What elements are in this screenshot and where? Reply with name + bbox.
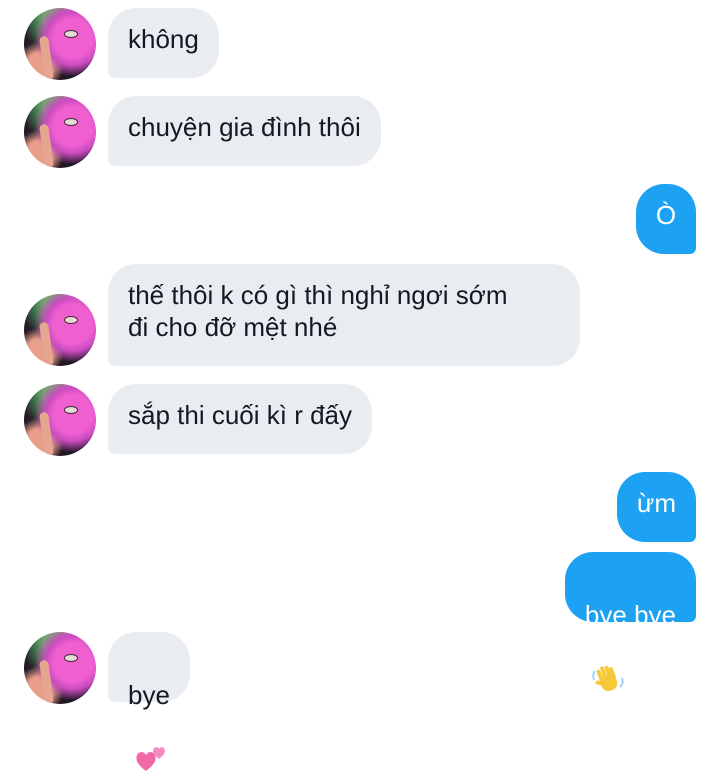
- message-row: chuyện gia đình thôi: [0, 96, 720, 168]
- outgoing-message-bubble[interactable]: ừm: [616, 472, 696, 542]
- message-row: thế thôi k có gì thì nghỉ ngơi sớm đi ch…: [0, 264, 720, 368]
- avatar[interactable]: [24, 632, 96, 704]
- message-row: bye bye: [0, 552, 720, 692]
- two-hearts-icon: [134, 711, 168, 782]
- message-row: Ò: [0, 184, 720, 256]
- avatar[interactable]: [24, 294, 96, 366]
- message-text: bye: [128, 680, 170, 710]
- incoming-message-bubble[interactable]: thế thôi k có gì thì nghỉ ngơi sớm đi ch…: [108, 264, 580, 366]
- avatar[interactable]: [24, 384, 96, 456]
- message-row: sắp thi cuối kì r đấy: [0, 384, 720, 456]
- outgoing-message-bubble[interactable]: bye bye: [564, 552, 696, 692]
- message-row: không: [0, 8, 720, 80]
- incoming-message-bubble[interactable]: chuyện gia đình thôi: [108, 96, 381, 166]
- message-row: bye: [0, 632, 720, 771]
- incoming-message-bubble[interactable]: sắp thi cuối kì r đấy: [108, 384, 372, 454]
- message-row: ừm: [0, 472, 720, 544]
- avatar[interactable]: [24, 8, 96, 80]
- outgoing-message-bubble[interactable]: Ò: [636, 184, 696, 254]
- avatar[interactable]: [24, 96, 96, 168]
- incoming-message-bubble[interactable]: bye: [108, 632, 190, 771]
- incoming-message-bubble[interactable]: không: [108, 8, 219, 78]
- message-text: bye bye: [584, 600, 676, 630]
